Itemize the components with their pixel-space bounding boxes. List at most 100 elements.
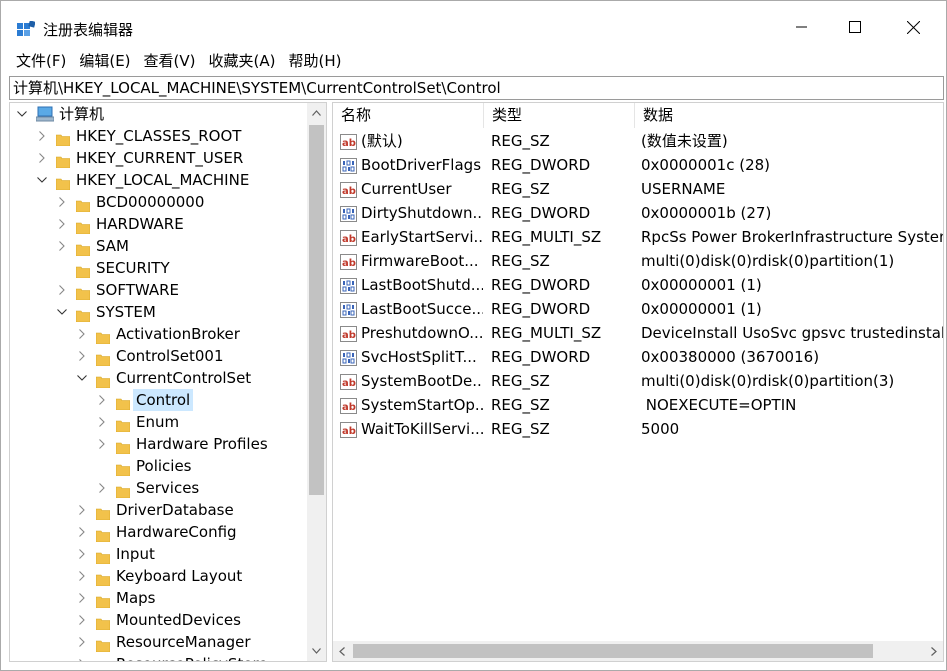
chevron-right-icon[interactable] [76,653,88,661]
tree-node[interactable]: CurrentControlSet [10,367,310,389]
tree-node[interactable]: Policies [10,455,310,477]
tree-node[interactable]: MountedDevices [10,609,310,631]
tree-node[interactable]: SOFTWARE [10,279,310,301]
chevron-right-icon[interactable] [96,411,108,433]
tree-node[interactable]: Control [10,389,310,411]
chevron-right-icon[interactable] [76,323,88,345]
folder-icon [75,218,91,235]
value-row[interactable]: ab SystemBootDe... REG_SZ multi(0)disk(0)rd… [333,369,943,393]
chevron-right-icon[interactable] [76,499,88,521]
address-bar[interactable]: 计算机\HKEY_LOCAL_MACHINE\SYSTEM\CurrentCon… [9,76,944,100]
chevron-right-icon[interactable] [96,433,108,455]
value-type: REG_SZ [491,372,550,390]
maximize-button[interactable] [832,9,878,45]
tree-node[interactable]: Hardware Profiles [10,433,310,455]
scroll-down-arrow-icon[interactable] [307,641,326,661]
chevron-right-icon[interactable] [76,631,88,653]
values-scroll-thumb[interactable] [353,644,873,658]
chevron-down-icon[interactable] [56,301,68,323]
menu-help[interactable]: 帮助(H) [282,49,347,73]
value-row[interactable]: BootDriverFlags REG_DWORD 0x0000001c (28) [333,153,943,177]
menu-view[interactable]: 查看(V) [138,49,202,73]
values-horizontal-scrollbar[interactable] [333,641,943,661]
menu-file[interactable]: 文件(F) [1,49,72,73]
tree-node[interactable]: SYSTEM [10,301,310,323]
tree-node[interactable]: Maps [10,587,310,609]
value-row[interactable]: LastBootSucce... REG_DWORD 0x00000001 (1) [333,297,943,321]
tree-node[interactable]: Input [10,543,310,565]
value-data: NOEXECUTE=OPTIN [641,396,797,414]
value-row[interactable]: LastBootShutd... REG_DWORD 0x00000001 (1) [333,273,943,297]
column-header-type[interactable]: 类型 [484,103,635,128]
menu-favorites[interactable]: 收藏夹(A) [203,49,282,73]
tree-node[interactable]: HARDWARE [10,213,310,235]
chevron-right-icon[interactable] [76,587,88,609]
tree-node[interactable]: HKEY_CURRENT_USER [10,147,310,169]
minimize-button[interactable] [779,9,825,45]
folder-icon [96,658,110,661]
chevron-down-icon[interactable] [16,103,28,125]
chevron-right-icon[interactable] [56,279,68,301]
chevron-right-icon[interactable] [76,521,88,543]
value-row[interactable]: ab PreshutdownO... REG_MULTI_SZ DeviceInsta… [333,321,943,345]
tree-node[interactable]: HardwareConfig [10,521,310,543]
chevron-right-icon[interactable] [36,147,48,169]
tree-scroll-thumb[interactable] [309,125,324,495]
value-row[interactable]: ab SystemStartOp... REG_SZ NOEXECUTE=OPTIN [333,393,943,417]
value-row[interactable]: ab FirmwareBoot... REG_SZ multi(0)disk(0)rd… [333,249,943,273]
svg-text:ab: ab [342,402,356,413]
tree-vertical-scrollbar[interactable] [307,103,326,661]
tree-node[interactable]: DriverDatabase [10,499,310,521]
svg-text:ab: ab [342,330,356,341]
tree-node[interactable]: HKEY_CLASSES_ROOT [10,125,310,147]
value-row[interactable]: ab WaitToKillServi... REG_SZ 5000 [333,417,943,441]
value-row[interactable]: ab CurrentUser REG_SZ USERNAME [333,177,943,201]
chevron-right-icon[interactable] [96,477,108,499]
tree-node[interactable]: ActivationBroker [10,323,310,345]
chevron-right-icon[interactable] [36,125,48,147]
value-row[interactable]: ab (默认) REG_SZ (数值未设置) [333,129,943,153]
column-header-name[interactable]: 名称 [333,103,484,128]
chevron-right-icon[interactable] [96,389,108,411]
folder-icon [55,152,71,169]
chevron-right-icon[interactable] [76,609,88,631]
scroll-right-arrow-icon[interactable] [925,641,943,661]
tree-node[interactable]: ResourceManager [10,631,310,653]
chevron-right-icon[interactable] [56,191,68,213]
tree-node[interactable]: SECURITY [10,257,310,279]
column-header-data[interactable]: 数据 [635,103,943,128]
tree-node[interactable]: ResourcePolicyStore [10,653,310,661]
chevron-right-icon[interactable] [76,543,88,565]
tree-node-label: HardwareConfig [116,523,237,541]
tree-node[interactable]: Services [10,477,310,499]
value-type: REG_SZ [491,132,550,150]
tree-node[interactable]: BCD00000000 [10,191,310,213]
tree-node[interactable]: HKEY_LOCAL_MACHINE [10,169,310,191]
tree-node-label: Hardware Profiles [136,435,268,453]
binary-value-icon [340,301,357,318]
value-row[interactable]: SvcHostSplitT... REG_DWORD 0x00380000 (367… [333,345,943,369]
folder-icon [115,438,131,455]
chevron-down-icon[interactable] [36,169,48,191]
chevron-right-icon[interactable] [76,345,88,367]
chevron-down-icon[interactable] [76,367,88,389]
tree-node[interactable]: Enum [10,411,310,433]
menu-edit[interactable]: 编辑(E) [73,49,136,73]
value-data: 5000 [641,420,680,438]
value-data: USERNAME [641,180,726,198]
tree-node[interactable]: Keyboard Layout [10,565,310,587]
value-row[interactable]: ab EarlyStartServi... REG_MULTI_SZ RpcSs Po… [333,225,943,249]
chevron-right-icon[interactable] [76,565,88,587]
scroll-up-arrow-icon[interactable] [307,103,326,123]
value-row[interactable]: DirtyShutdown... REG_DWORD 0x0000001b (27) [333,201,943,225]
folder-icon [95,614,111,631]
scroll-left-arrow-icon[interactable] [333,641,351,661]
tree-node[interactable]: ControlSet001 [10,345,310,367]
tree-node[interactable]: SAM [10,235,310,257]
close-button[interactable] [890,9,936,45]
key-tree: 计算机 HKEY_CLASSES_ROOT HKEY_CURRENT_USER HKE… [9,102,327,662]
chevron-right-icon[interactable] [56,213,68,235]
tree-node[interactable]: 计算机 [10,103,310,125]
title-bar[interactable]: 注册表编辑器 [1,1,946,45]
chevron-right-icon[interactable] [56,235,68,257]
